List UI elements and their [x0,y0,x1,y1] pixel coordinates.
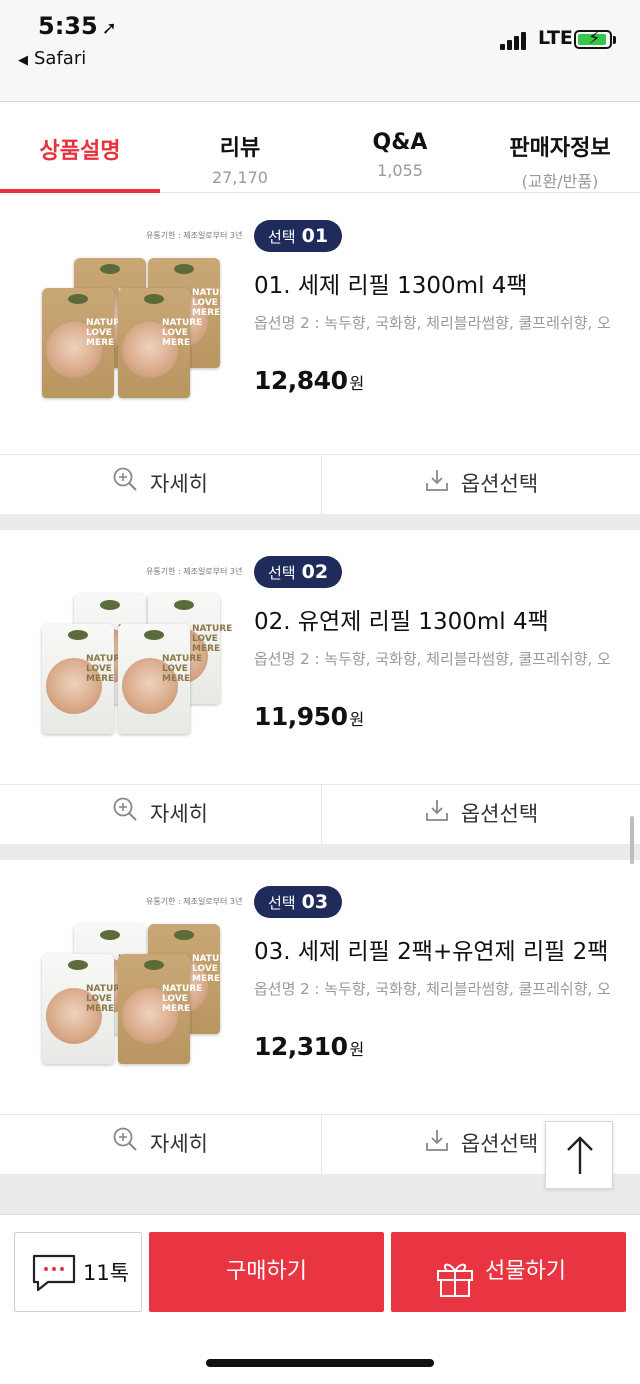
tab-reviews[interactable]: 리뷰 27,170 [160,103,320,193]
price-currency: 원 [349,710,364,729]
option-title[interactable]: 02. 유연제 리필 1300ml 4팩 [254,602,549,636]
option-badge: 선택 01 [254,220,343,252]
detail-label: 자세히 [150,802,208,826]
tab-description-label: 상품설명 [39,139,121,164]
zoom-in-icon [112,1116,138,1174]
home-indicator[interactable] [206,1359,434,1367]
option-badge: 선택 02 [254,556,343,588]
badge-number: 02 [301,561,329,583]
price-currency: 원 [349,1040,364,1059]
download-icon [425,1116,449,1174]
gift-label: 선물하기 [485,1259,566,1284]
option-description: 옵션명 2 : 녹두향, 국화향, 체리블라썸향, 쿨프레쉬향, 오 [254,650,611,668]
tab-description[interactable]: 상품설명 [0,103,160,193]
scroll-top-button[interactable] [545,1121,613,1189]
network-label: LTE [538,27,573,49]
badge-label: 선택 [268,894,296,912]
image-note: 유통기한 : 제조일로부터 3년 [146,231,243,240]
back-to-app-link[interactable]: ◀ Safari [18,48,86,69]
tab-qna-label: Q&A [372,130,428,155]
tab-seller-info[interactable]: 판매자정보 (교환/반품) [480,103,640,193]
tab-reviews-label: 리뷰 [219,136,261,161]
badge-number: 01 [301,225,329,247]
bottom-action-bar: 11톡 구매하기 선물하기 [0,1214,640,1384]
arrow-up-icon [546,1136,614,1194]
product-image[interactable]: 유통기한 : 제조일로부터 3년 NATURE LOVE MERE NATURE… [36,558,242,738]
talk-label: 11톡 [83,1261,130,1285]
detail-button[interactable]: 자세히 [0,785,320,845]
back-app-label: Safari [34,48,87,69]
download-icon [425,786,449,844]
active-tab-indicator [0,189,160,193]
option-card: 유통기한 : 제조일로부터 3년 NATURE LOVE MERE NATURE… [0,194,640,515]
price-value: 12,310 [254,1032,348,1061]
option-price: 11,950 원 [254,702,364,731]
image-note: 유통기한 : 제조일로부터 3년 [146,567,243,576]
card-separator [0,1174,640,1214]
option-card: 유통기한 : 제조일로부터 3년 NATURE LOVE MERE NATURE… [0,860,640,1175]
download-icon [425,456,449,514]
option-card: 유통기한 : 제조일로부터 3년 NATURE LOVE MERE NATURE… [0,530,640,845]
select-option-label: 옵션선택 [460,1132,539,1156]
product-tabs: 상품설명 리뷰 27,170 Q&A 1,055 판매자정보 (교환/반품) [0,103,640,193]
select-option-label: 옵션선택 [460,472,539,496]
option-actions: 자세히 옵션선택 [0,784,640,845]
card-separator [0,514,640,530]
option-price: 12,840 원 [254,366,364,395]
option-badge: 선택 03 [254,886,343,918]
option-actions: 자세히 옵션선택 [0,1114,640,1175]
option-description: 옵션명 2 : 녹두향, 국화향, 체리블라썸향, 쿨프레쉬향, 오 [254,314,611,332]
detail-button[interactable]: 자세히 [0,1115,320,1175]
option-price: 12,310 원 [254,1032,364,1061]
select-option-button[interactable]: 옵션선택 [321,455,640,515]
back-triangle-icon: ◀ [18,53,28,68]
price-currency: 원 [349,374,364,393]
chat-bubble-icon [31,1253,77,1297]
status-time: 5:35 ➚ [38,12,117,40]
buy-label: 구매하기 [226,1259,307,1284]
status-bar: 5:35 ➚ ◀ Safari LTE ⚡ [0,0,640,102]
gift-button[interactable]: 선물하기 [391,1232,626,1312]
tab-seller-info-sub: (교환/반품) [521,172,599,191]
price-value: 11,950 [254,702,348,731]
tab-qna[interactable]: Q&A 1,055 [320,103,480,193]
image-note: 유통기한 : 제조일로부터 3년 [146,897,243,906]
tab-qna-count: 1,055 [377,161,423,180]
option-description: 옵션명 2 : 녹두향, 국화향, 체리블라썸향, 쿨프레쉬향, 오 [254,980,611,998]
tab-reviews-count: 27,170 [212,168,268,187]
price-value: 12,840 [254,366,348,395]
badge-label: 선택 [268,228,296,246]
buy-button[interactable]: 구매하기 [149,1232,384,1312]
product-image[interactable]: 유통기한 : 제조일로부터 3년 NATURE LOVE MERE NATURE… [36,888,242,1068]
location-arrow-icon: ➚ [101,18,117,39]
tab-seller-info-label: 판매자정보 [509,136,611,161]
detail-label: 자세히 [150,472,208,496]
select-option-button[interactable]: 옵션선택 [321,785,640,845]
option-actions: 자세히 옵션선택 [0,454,640,515]
signal-icon [500,30,530,50]
detail-button[interactable]: 자세히 [0,455,320,515]
battery-icon: ⚡ [574,28,616,49]
zoom-in-icon [112,456,138,514]
badge-number: 03 [301,891,329,913]
zoom-in-icon [112,786,138,844]
talk-button[interactable]: 11톡 [14,1232,142,1312]
product-image[interactable]: 유통기한 : 제조일로부터 3년 NATURE LOVE MERE NATURE… [36,222,242,402]
time-text: 5:35 [38,12,98,40]
detail-label: 자세히 [150,1132,208,1156]
badge-label: 선택 [268,564,296,582]
scrollbar[interactable] [630,816,634,864]
option-title[interactable]: 01. 세제 리필 1300ml 4팩 [254,266,528,300]
gift-icon [435,1252,475,1332]
select-option-label: 옵션선택 [460,802,539,826]
card-separator [0,844,640,860]
option-title[interactable]: 03. 세제 리필 2팩+유연제 리필 2팩 [254,932,608,966]
